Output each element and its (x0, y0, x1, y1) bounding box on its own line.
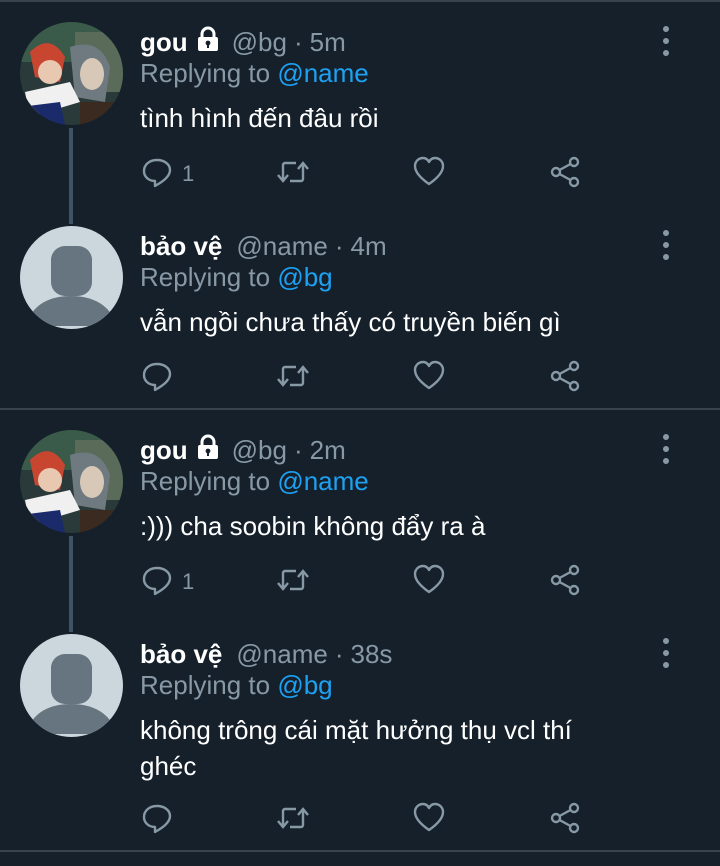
more-vertical-icon[interactable] (656, 636, 676, 670)
tweet-text: không trông cái mặt hưởng thụ vcl thí gh… (140, 715, 572, 781)
reply-count: 1 (182, 161, 195, 186)
share-button[interactable] (548, 564, 582, 600)
handle[interactable]: @bg (232, 27, 287, 58)
share-icon (548, 801, 582, 840)
reply-button[interactable]: 1 (140, 156, 194, 192)
tweet[interactable]: gou @bg · 2m Replying to @name :))) cha … (0, 410, 720, 632)
replying-prefix: Replying to (140, 466, 271, 496)
heart-icon (412, 155, 446, 194)
display-name[interactable]: bảo vệ (140, 639, 222, 670)
timestamp[interactable]: 2m (310, 435, 346, 466)
replying-to-link[interactable]: @bg (277, 670, 332, 700)
avatar[interactable] (20, 226, 123, 329)
reply-button[interactable]: 1 (140, 564, 194, 600)
more-vertical-icon[interactable] (656, 432, 676, 466)
share-button[interactable] (548, 360, 582, 396)
retweet-button[interactable] (274, 156, 312, 192)
retweet-icon (274, 359, 312, 398)
handle[interactable]: @name (236, 231, 327, 262)
tweet-text: :))) cha soobin không đẩy ra à (140, 511, 486, 541)
conversation-feed: gou @bg · 5m Replying to @name tình hình… (0, 0, 720, 866)
retweet-button[interactable] (274, 564, 312, 600)
replying-prefix: Replying to (140, 262, 271, 292)
share-button[interactable] (548, 156, 582, 192)
separator-dot: · (293, 434, 303, 465)
separator-dot: · (334, 230, 344, 261)
tweet-text: tình hình đến đâu rồi (140, 103, 379, 133)
default-avatar-image (20, 226, 123, 329)
tweet-text: vẫn ngồi chưa thấy có truyền biến gì (140, 307, 561, 337)
action-bar (140, 360, 600, 400)
share-icon (548, 359, 582, 398)
like-button[interactable] (412, 802, 446, 838)
reply-icon (140, 801, 174, 840)
heart-icon (412, 359, 446, 398)
avatar[interactable] (20, 634, 123, 737)
like-button[interactable] (412, 564, 446, 600)
heart-icon (412, 801, 446, 840)
display-name[interactable]: gou (140, 27, 188, 58)
reply-icon (140, 155, 174, 194)
reply-count: 1 (182, 569, 195, 594)
replying-to-link[interactable]: @bg (277, 262, 332, 292)
timestamp[interactable]: 38s (350, 639, 392, 670)
replying-to-link[interactable]: @name (277, 58, 368, 88)
lock-icon (194, 25, 222, 60)
reply-icon (140, 359, 174, 398)
replying-to: Replying to @bg (140, 670, 333, 701)
default-avatar-image (20, 634, 123, 737)
more-vertical-icon[interactable] (656, 228, 676, 262)
anime-avatar-image (20, 430, 123, 533)
handle[interactable]: @bg (232, 435, 287, 466)
replying-to: Replying to @name (140, 58, 369, 89)
tweet[interactable]: bảo vệ @name · 4m Replying to @bg vẫn ng… (0, 206, 720, 410)
display-name[interactable]: bảo vệ (140, 231, 222, 262)
retweet-button[interactable] (274, 802, 312, 838)
display-name[interactable]: gou (140, 435, 188, 466)
replying-to: Replying to @bg (140, 262, 333, 293)
share-button[interactable] (548, 802, 582, 838)
tweet-header: gou @bg · 2m (140, 432, 346, 468)
action-bar: 1 (140, 156, 600, 196)
retweet-icon (274, 563, 312, 602)
like-button[interactable] (412, 360, 446, 396)
anime-avatar-image (20, 22, 123, 125)
retweet-icon (274, 155, 312, 194)
like-button[interactable] (412, 156, 446, 192)
reply-button[interactable] (140, 802, 182, 838)
share-icon (548, 155, 582, 194)
handle[interactable]: @name (236, 639, 327, 670)
reply-button[interactable] (140, 360, 182, 396)
separator-dot: · (293, 26, 303, 57)
more-vertical-icon[interactable] (656, 24, 676, 58)
retweet-icon (274, 801, 312, 840)
heart-icon (412, 563, 446, 602)
action-bar: 1 (140, 564, 600, 604)
retweet-button[interactable] (274, 360, 312, 396)
share-icon (548, 563, 582, 602)
replying-prefix: Replying to (140, 670, 271, 700)
action-bar (140, 802, 600, 842)
tweet[interactable]: bảo vệ @name · 38s Replying to @bg không… (0, 614, 720, 850)
timestamp[interactable]: 4m (350, 231, 386, 262)
tweet[interactable]: gou @bg · 5m Replying to @name tình hình… (0, 2, 720, 224)
divider (0, 850, 720, 852)
replying-prefix: Replying to (140, 58, 271, 88)
tweet-header: bảo vệ @name · 4m (140, 228, 387, 264)
tweet-header: gou @bg · 5m (140, 24, 346, 60)
lock-icon (194, 433, 222, 468)
separator-dot: · (334, 638, 344, 669)
replying-to: Replying to @name (140, 466, 369, 497)
tweet-header: bảo vệ @name · 38s (140, 636, 392, 672)
reply-icon (140, 563, 174, 602)
replying-to-link[interactable]: @name (277, 466, 368, 496)
avatar[interactable] (20, 22, 123, 125)
avatar[interactable] (20, 430, 123, 533)
timestamp[interactable]: 5m (310, 27, 346, 58)
